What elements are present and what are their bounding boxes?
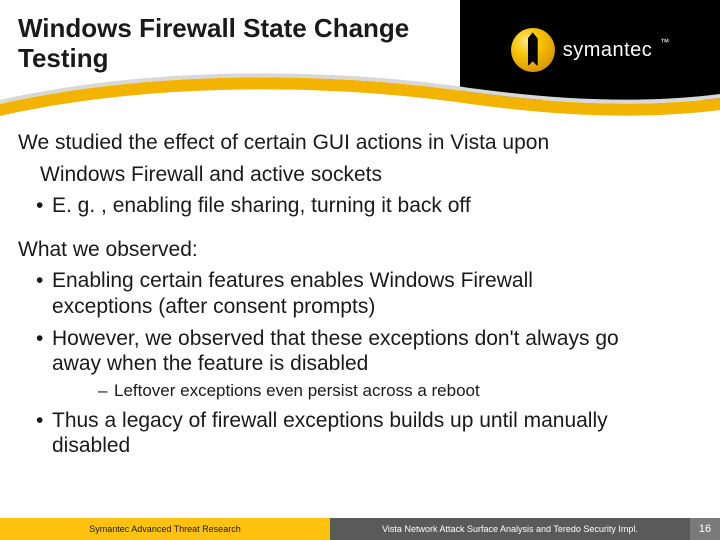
brand-name: symantec — [563, 39, 653, 62]
bullet-text: However, we observed that these exceptio… — [52, 327, 619, 350]
slide-footer: Symantec Advanced Threat Research Vista … — [0, 518, 720, 540]
bullet-text: Enabling certain features enables Window… — [52, 269, 533, 292]
sub-bullets: Leftover exceptions even persist across … — [52, 381, 702, 402]
bullet-item: E. g. , enabling file sharing, turning i… — [36, 193, 702, 219]
bullet-item: However, we observed that these exceptio… — [36, 326, 702, 402]
slide: Windows Firewall State Change Testing sy… — [0, 0, 720, 540]
bullet-item: Thus a legacy of firewall exceptions bui… — [36, 408, 702, 459]
bullet-text: disabled — [52, 434, 130, 457]
intro-bullets: E. g. , enabling file sharing, turning i… — [18, 193, 702, 219]
bullet-text: away when the feature is disabled — [52, 352, 368, 375]
intro-line: We studied the effect of certain GUI act… — [18, 130, 702, 156]
intro-line: Windows Firewall and active sockets — [18, 162, 702, 188]
slide-title: Windows Firewall State Change Testing — [18, 14, 458, 74]
bullet-text: exceptions (after consent prompts) — [52, 295, 375, 318]
observed-bullets: Enabling certain features enables Window… — [18, 268, 702, 458]
sub-bullet-item: Leftover exceptions even persist across … — [98, 381, 702, 402]
footer-left: Symantec Advanced Threat Research — [0, 518, 330, 540]
slide-header: Windows Firewall State Change Testing sy… — [0, 0, 720, 110]
trademark-symbol: ™ — [660, 37, 669, 47]
slide-body: We studied the effect of certain GUI act… — [18, 130, 702, 465]
page-number: 16 — [690, 518, 720, 540]
observed-heading: What we observed: — [18, 237, 702, 263]
bullet-item: Enabling certain features enables Window… — [36, 268, 702, 319]
bullet-text: Thus a legacy of firewall exceptions bui… — [52, 409, 608, 432]
footer-right: Vista Network Attack Surface Analysis an… — [330, 518, 690, 540]
